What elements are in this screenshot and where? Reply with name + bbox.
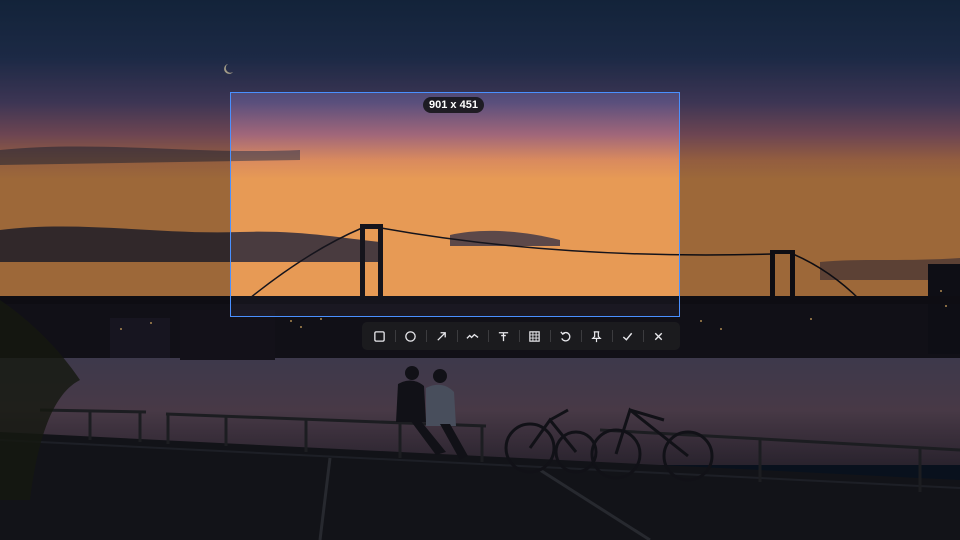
circle-icon: [405, 330, 416, 342]
text-icon: [498, 331, 509, 341]
dim-overlay-left: [0, 92, 230, 317]
cancel-tool[interactable]: [643, 322, 674, 350]
pen-tool[interactable]: [457, 322, 488, 350]
undo-tool[interactable]: [550, 322, 581, 350]
mosaic-tool[interactable]: [519, 322, 550, 350]
capture-toolbar: [362, 322, 680, 350]
freehand-icon: [466, 333, 479, 339]
ellipse-tool[interactable]: [395, 322, 426, 350]
capture-selection[interactable]: [230, 92, 680, 317]
dim-overlay-bottom: [0, 317, 960, 540]
close-icon: [654, 332, 663, 340]
selection-size-label: 901 x 451: [423, 97, 484, 113]
undo-icon: [560, 330, 571, 342]
pin-tool[interactable]: [581, 322, 612, 350]
arrow-tool[interactable]: [426, 322, 457, 350]
square-icon: [374, 330, 385, 342]
confirm-tool[interactable]: [612, 322, 643, 350]
dim-overlay-top: [0, 0, 960, 92]
arrow-icon: [437, 331, 446, 341]
check-icon: [622, 332, 633, 341]
dim-overlay-right: [680, 92, 960, 317]
mosaic-icon: [529, 330, 540, 342]
text-tool[interactable]: [488, 322, 519, 350]
rectangle-tool[interactable]: [364, 322, 395, 350]
pin-icon: [591, 330, 602, 342]
